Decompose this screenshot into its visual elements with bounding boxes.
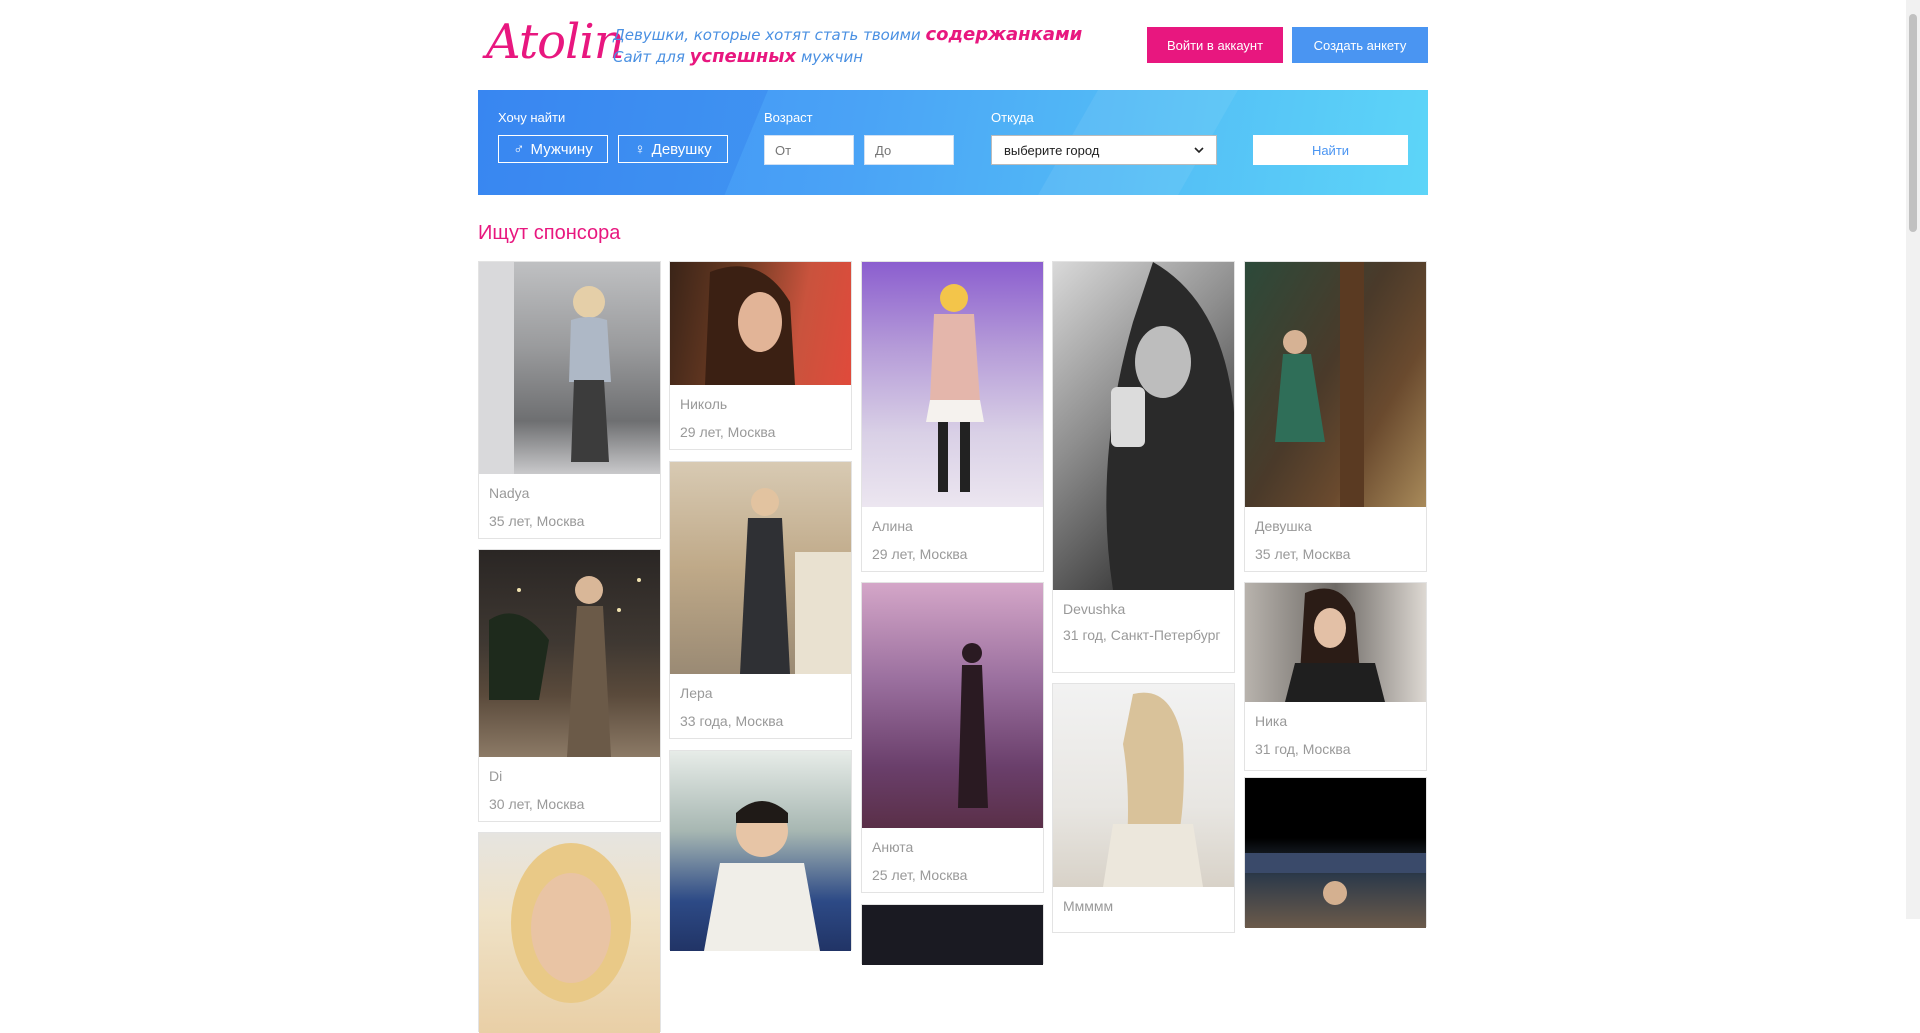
person-figure-icon — [1275, 262, 1364, 507]
profile-name: Di — [489, 768, 503, 784]
profile-photo[interactable] — [1053, 684, 1234, 887]
find-female-button[interactable]: ♀ Девушку — [618, 135, 728, 163]
chevron-down-icon — [1194, 147, 1204, 154]
profile-card[interactable] — [478, 832, 661, 1033]
site-logo[interactable]: Atolin — [486, 14, 625, 70]
profile-card[interactable]: Анюта 25 лет, Москва — [861, 582, 1044, 893]
person-figure-icon — [705, 266, 795, 385]
find-male-button[interactable]: ♂ Мужчину — [498, 135, 608, 163]
profile-info: 29 лет, Москва — [872, 546, 968, 562]
profile-photo[interactable] — [1245, 583, 1426, 702]
profile-name: Лера — [680, 685, 713, 701]
profile-photo[interactable] — [1245, 778, 1426, 928]
age-from-input[interactable] — [764, 135, 854, 165]
tagline: Девушки, которые хотят стать твоими соде… — [613, 24, 1082, 68]
profile-info: 31 год, Санкт-Петербург — [1063, 627, 1221, 643]
profile-name: Ммммм — [1063, 898, 1114, 914]
profile-info: 29 лет, Москва — [680, 424, 776, 440]
profile-photo[interactable] — [1053, 262, 1234, 590]
profile-photo[interactable] — [479, 262, 660, 474]
section-title: Ищут спонсора — [478, 222, 621, 244]
profile-card[interactable]: Di 30 лет, Москва — [478, 549, 661, 822]
header: Atolin Девушки, которые хотят стать твои… — [478, 0, 1428, 90]
profile-info: 25 лет, Москва — [872, 867, 968, 883]
profile-info: 33 года, Москва — [680, 713, 784, 729]
profile-photo[interactable] — [1245, 262, 1426, 507]
profile-card[interactable]: Nadya 35 лет, Москва — [478, 261, 661, 539]
scrollbar-thumb[interactable] — [1909, 14, 1917, 232]
profile-card[interactable]: Ника 31 год, Москва — [1244, 582, 1427, 771]
profile-name: Ника — [1255, 713, 1288, 729]
male-icon: ♂ — [513, 140, 525, 158]
profile-name: Николь — [680, 396, 728, 412]
tagline-line2-text: Сайт для — [613, 48, 690, 66]
profiles-grid: Nadya 35 лет, Москва Di 30 лет, Москва Н… — [478, 261, 1428, 1033]
profile-card[interactable]: Девушка 35 лет, Москва — [1244, 261, 1427, 572]
search-panel: Хочу найти ♂ Мужчину ♀ Девушку Возраст О… — [478, 90, 1428, 195]
profile-photo[interactable] — [670, 751, 851, 951]
profile-name: Nadya — [489, 485, 530, 501]
login-button[interactable]: Войти в аккаунт — [1147, 27, 1283, 63]
profile-name: Девушка — [1255, 518, 1312, 534]
profile-card[interactable] — [669, 750, 852, 951]
profile-card[interactable] — [1244, 777, 1427, 928]
profile-photo[interactable] — [862, 262, 1043, 507]
profile-card[interactable]: Лера 33 года, Москва — [669, 461, 852, 739]
tagline-line2-highlight: успешных — [689, 46, 797, 67]
profile-photo[interactable] — [479, 550, 660, 757]
profile-name: Devushka — [1063, 601, 1126, 617]
tagline-line1-text: Девушки, которые хотят стать твоими — [613, 26, 926, 44]
age-label: Возраст — [764, 110, 813, 125]
person-figure-icon — [1103, 692, 1203, 887]
profile-info: 30 лет, Москва — [489, 796, 585, 812]
person-figure-icon — [926, 284, 984, 492]
profile-photo[interactable] — [670, 262, 851, 385]
person-figure-icon — [479, 262, 611, 474]
person-figure-icon — [511, 843, 631, 1003]
create-profile-button[interactable]: Создать анкету — [1292, 27, 1428, 63]
profile-card[interactable]: Ммммм — [1052, 683, 1235, 933]
person-figure-icon — [958, 643, 988, 808]
tagline-line2-end: мужчин — [796, 48, 864, 66]
want-label: Хочу найти — [498, 110, 566, 125]
profile-photo[interactable] — [862, 583, 1043, 828]
page-scrollbar[interactable] — [1906, 0, 1920, 919]
age-to-input[interactable] — [864, 135, 954, 165]
person-figure-icon — [1245, 853, 1426, 905]
profile-card[interactable]: Алина 29 лет, Москва — [861, 261, 1044, 572]
profile-card[interactable]: Devushka 31 год, Санкт-Петербург — [1052, 261, 1235, 673]
person-figure-icon — [489, 576, 641, 757]
profile-name: Анюта — [872, 839, 914, 855]
profile-photo[interactable] — [479, 833, 660, 1033]
male-label: Мужчину — [530, 140, 593, 158]
female-icon: ♀ — [634, 140, 646, 158]
person-figure-icon — [704, 801, 820, 951]
profile-info: 35 лет, Москва — [489, 513, 585, 529]
profile-info: 35 лет, Москва — [1255, 546, 1351, 562]
find-button[interactable]: Найти — [1253, 135, 1408, 165]
from-label: Откуда — [991, 110, 1034, 125]
profile-name: Алина — [872, 518, 913, 534]
tagline-line1-highlight: содержанками — [925, 24, 1083, 45]
person-figure-icon — [1285, 588, 1385, 702]
profile-photo[interactable] — [862, 905, 1043, 965]
person-figure-icon — [1106, 262, 1234, 590]
profile-card[interactable]: Николь 29 лет, Москва — [669, 261, 852, 450]
person-figure-icon — [740, 488, 851, 674]
page: Atolin Девушки, которые хотят стать твои… — [478, 0, 1428, 1033]
profile-info: 31 год, Москва — [1255, 741, 1351, 757]
female-label: Девушку — [651, 140, 712, 158]
profile-card[interactable] — [861, 904, 1044, 965]
city-select-value: выберите город — [1004, 142, 1100, 158]
city-select[interactable]: выберите город — [991, 135, 1217, 165]
profile-photo[interactable] — [670, 462, 851, 674]
